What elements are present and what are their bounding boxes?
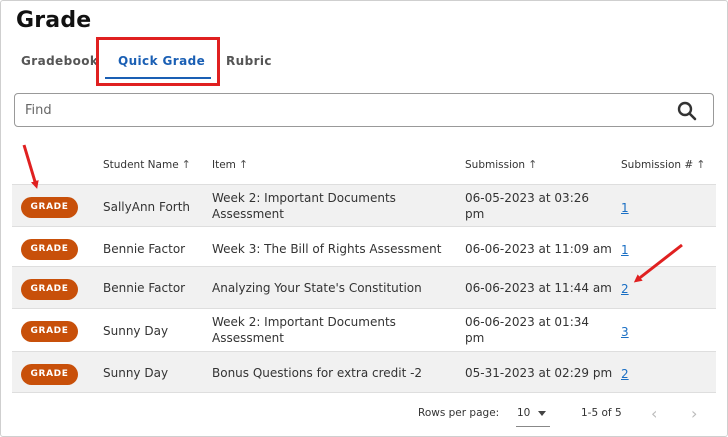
column-header-student-name[interactable]: Student Name ↑ (103, 158, 191, 171)
item-name: Week 2: Important Documents Assessment (212, 315, 396, 345)
grade-button[interactable]: GRADE (21, 239, 78, 260)
table-row: GRADE Bennie Factor Week 3: The Bill of … (12, 226, 716, 268)
search-icon[interactable] (677, 101, 697, 121)
annotation-highlight-box (96, 37, 220, 86)
page-title: Grade (16, 8, 92, 33)
submission-date: 05-31-2023 at 02:29 pm (465, 366, 613, 380)
caret-down-icon (538, 411, 546, 416)
grade-button[interactable]: GRADE (21, 279, 78, 300)
chevron-left-icon[interactable]: ‹ (651, 404, 657, 423)
item-name: Bonus Questions for extra credit -2 (212, 366, 423, 380)
student-name: Bennie Factor (103, 281, 186, 295)
submission-number-link[interactable]: 2 (621, 367, 629, 381)
student-name: Sunny Day (103, 324, 169, 338)
table-row: GRADE Sunny Day Week 2: Important Docume… (12, 308, 716, 350)
chevron-right-icon[interactable]: › (691, 404, 697, 423)
sort-arrow-up-icon: ↑ (528, 158, 538, 171)
student-name: SallyAnn Forth (103, 200, 191, 214)
sort-arrow-up-icon: ↑ (696, 158, 706, 171)
table-row: GRADE SallyAnn Forth Week 2: Important D… (12, 184, 716, 226)
rows-per-page-value: 10 (517, 407, 531, 419)
item-name: Week 2: Important Documents Assessment (212, 191, 396, 221)
submission-date: 06-06-2023 at 01:34 pm (465, 315, 590, 345)
search-placeholder: Find (25, 103, 52, 118)
item-name: Analyzing Your State's Constitution (212, 281, 422, 295)
table-row: GRADE Bennie Factor Analyzing Your State… (12, 266, 716, 308)
submission-number-link[interactable]: 1 (621, 201, 629, 215)
pagination-range: 1-5 of 5 (581, 407, 622, 419)
column-header-submission[interactable]: Submission ↑ (465, 158, 537, 171)
column-header-item[interactable]: Item ↑ (212, 158, 248, 171)
tab-gradebook[interactable]: Gradebook (21, 54, 98, 68)
submission-number-link[interactable]: 3 (621, 325, 629, 339)
search-input[interactable]: Find (14, 93, 714, 127)
submission-date: 06-05-2023 at 03:26 pm (465, 191, 590, 221)
submission-number-link[interactable]: 1 (621, 243, 629, 257)
sort-arrow-up-icon: ↑ (181, 158, 191, 171)
submission-date: 06-06-2023 at 11:44 am (465, 281, 612, 295)
tab-rubric[interactable]: Rubric (226, 54, 272, 68)
rows-per-page-label: Rows per page: (418, 407, 500, 419)
submission-date: 06-06-2023 at 11:09 am (465, 242, 612, 256)
student-name: Bennie Factor (103, 242, 186, 256)
column-header-submission-number[interactable]: Submission # ↑ (621, 158, 705, 171)
grade-button[interactable]: GRADE (21, 364, 78, 385)
rows-per-page-select[interactable]: 10 (516, 399, 550, 427)
student-name: Sunny Day (103, 366, 169, 380)
table-row: GRADE Sunny Day Bonus Questions for extr… (12, 351, 716, 393)
grade-button[interactable]: GRADE (21, 321, 78, 342)
sort-arrow-up-icon: ↑ (238, 158, 249, 171)
submission-number-link[interactable]: 2 (621, 282, 629, 296)
item-name: Week 3: The Bill of Rights Assessment (212, 242, 442, 256)
grade-button[interactable]: GRADE (21, 197, 78, 218)
